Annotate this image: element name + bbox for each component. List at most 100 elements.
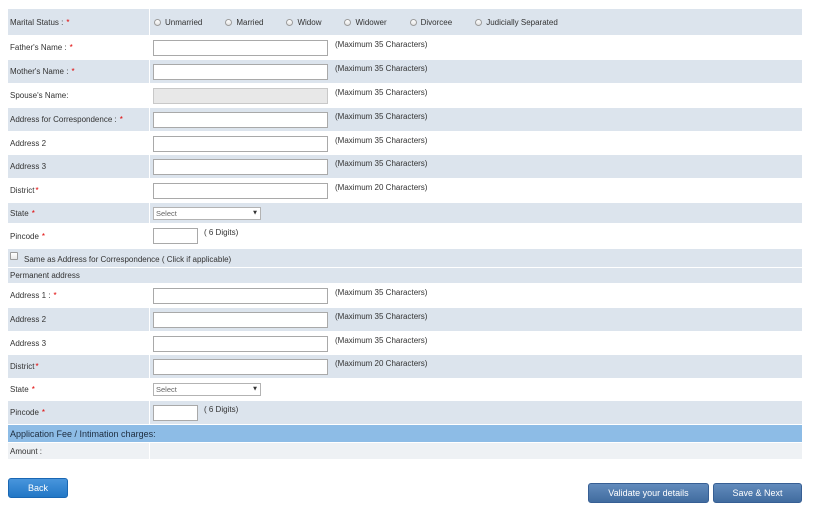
spouses-name-hint: (Maximum 35 Characters): [335, 88, 428, 97]
required-asterisk: *: [53, 291, 57, 300]
same-as-correspondence-row: Same as Address for Correspondence ( Cli…: [8, 249, 802, 268]
correspondence-state-label-text: State: [10, 208, 29, 218]
fee-section-title: Application Fee / Intimation charges:: [10, 428, 156, 439]
radio-married[interactable]: [225, 18, 233, 26]
same-as-correspondence-checkbox[interactable]: [10, 252, 18, 260]
save-next-button[interactable]: Save & Next: [713, 483, 802, 503]
permanent-address-2-label-text: Address 2: [10, 315, 47, 324]
permanent-state-dropdown[interactable]: Select ▼: [153, 383, 261, 396]
correspondence-pincode-label: Pincode *: [8, 224, 150, 248]
permanent-district-hint: (Maximum 20 Characters): [335, 359, 428, 368]
spouses-name-label-text: Spouse's Name:: [10, 91, 69, 100]
fathers-name-label-text: Father's Name :: [10, 43, 67, 52]
spouses-name-field-cell: (Maximum 35 Characters): [150, 84, 802, 107]
permanent-address-1-label: Address 1 : *: [8, 284, 150, 307]
same-as-correspondence-option[interactable]: Same as Address for Correspondence ( Cli…: [10, 249, 231, 267]
amount-row: Amount :: [8, 443, 802, 460]
spouses-name-input[interactable]: [153, 88, 328, 104]
correspondence-district-input[interactable]: [153, 183, 328, 199]
permanent-address-3-input[interactable]: [153, 336, 328, 352]
permanent-district-label: District *: [8, 355, 150, 378]
correspondence-state-select[interactable]: Select: [153, 207, 261, 220]
back-button[interactable]: Back: [8, 478, 68, 498]
permanent-address-3-label-text: Address 3: [10, 338, 47, 348]
radio-option-unmarried[interactable]: Unmarried: [153, 18, 202, 27]
correspondence-address-2-field-cell: (Maximum 35 Characters): [150, 132, 802, 154]
required-asterisk: *: [119, 115, 123, 124]
marital-status-label-text: Marital Status :: [10, 17, 64, 27]
correspondence-address-3-input[interactable]: [153, 159, 328, 175]
permanent-address-2-field-cell: (Maximum 35 Characters): [150, 308, 802, 331]
mothers-name-input[interactable]: [153, 64, 328, 80]
radio-married-label: Married: [236, 17, 264, 27]
marital-status-row: Marital Status : * Unmarried Married Wido…: [8, 9, 802, 36]
correspondence-state-label: State *: [8, 203, 150, 223]
permanent-pincode-label-text: Pincode: [10, 408, 39, 417]
fathers-name-hint: (Maximum 35 Characters): [335, 40, 428, 49]
required-asterisk: *: [35, 362, 39, 371]
correspondence-pincode-label-text: Pincode: [10, 231, 39, 241]
radio-unmarried[interactable]: [154, 18, 161, 26]
permanent-address-2-hint: (Maximum 35 Characters): [335, 312, 428, 321]
permanent-district-field-cell: (Maximum 20 Characters): [150, 355, 802, 378]
permanent-pincode-label: Pincode *: [8, 401, 150, 424]
permanent-pincode-input[interactable]: [153, 405, 198, 421]
radio-judicially-separated-label: Judicially Separated: [486, 17, 558, 27]
radio-divorcee[interactable]: [409, 18, 417, 26]
correspondence-district-label-text: District: [10, 186, 35, 195]
permanent-address-2-label: Address 2: [8, 308, 150, 331]
correspondence-address-3-label-text: Address 3: [10, 162, 47, 171]
correspondence-district-label: District *: [8, 179, 150, 202]
correspondence-state-dropdown[interactable]: Select ▼: [153, 207, 261, 220]
correspondence-address-2-label: Address 2: [8, 132, 150, 154]
permanent-state-select[interactable]: Select: [153, 383, 261, 396]
permanent-address-2-input[interactable]: [153, 312, 328, 328]
correspondence-address-1-field-cell: (Maximum 35 Characters): [150, 108, 802, 131]
radio-judicially-separated[interactable]: [475, 18, 483, 26]
radio-unmarried-label: Unmarried: [165, 17, 203, 27]
fathers-name-label: Father's Name : *: [8, 36, 150, 59]
radio-option-widower[interactable]: Widower: [343, 17, 387, 27]
radio-widow[interactable]: [286, 18, 294, 26]
permanent-address-title: Permanent address: [10, 271, 80, 280]
mothers-name-row: Mother's Name : * (Maximum 35 Characters): [8, 60, 802, 84]
spouses-name-row: Spouse's Name: (Maximum 35 Characters): [8, 84, 802, 108]
permanent-address-1-row: Address 1 : * (Maximum 35 Characters): [8, 284, 802, 308]
correspondence-address-1-hint: (Maximum 35 Characters): [335, 112, 428, 121]
correspondence-address-1-label-text: Address for Correspondence :: [10, 115, 117, 124]
radio-widower[interactable]: [344, 18, 352, 26]
permanent-address-1-hint: (Maximum 35 Characters): [335, 288, 428, 297]
marital-status-options: Unmarried Married Widow Widower Divorcee…: [150, 9, 802, 35]
correspondence-district-field-cell: (Maximum 20 Characters): [150, 179, 802, 202]
amount-label: Amount :: [8, 443, 150, 459]
fathers-name-input[interactable]: [153, 40, 328, 56]
radio-option-divorcee[interactable]: Divorcee: [409, 17, 453, 27]
permanent-address-1-input[interactable]: [153, 288, 328, 304]
mothers-name-field-cell: (Maximum 35 Characters): [150, 60, 802, 83]
same-as-correspondence-label: Same as Address for Correspondence ( Cli…: [24, 255, 232, 264]
spouses-name-label: Spouse's Name:: [8, 84, 150, 107]
radio-option-married[interactable]: Married: [224, 18, 263, 27]
correspondence-address-3-label: Address 3: [8, 155, 150, 178]
correspondence-address-3-row: Address 3 (Maximum 35 Characters): [8, 155, 802, 179]
validate-details-button[interactable]: Validate your details: [588, 483, 709, 503]
permanent-district-input[interactable]: [153, 359, 328, 375]
correspondence-address-2-hint: (Maximum 35 Characters): [335, 136, 428, 145]
required-asterisk: *: [66, 17, 70, 27]
applicant-details-form: Marital Status : * Unmarried Married Wido…: [8, 9, 802, 460]
radio-divorcee-label: Divorcee: [420, 17, 453, 27]
permanent-address-3-label: Address 3: [8, 332, 150, 354]
correspondence-address-2-input[interactable]: [153, 136, 328, 152]
radio-widow-label: Widow: [297, 17, 322, 27]
radio-option-widow[interactable]: Widow: [285, 18, 321, 27]
mothers-name-hint: (Maximum 35 Characters): [335, 64, 428, 73]
correspondence-state-row: State * Select ▼: [8, 203, 802, 224]
correspondence-address-1-input[interactable]: [153, 112, 328, 128]
radio-widower-label: Widower: [355, 17, 387, 27]
correspondence-address-1-label: Address for Correspondence : *: [8, 108, 150, 131]
radio-option-judicially-separated[interactable]: Judicially Separated: [474, 18, 558, 27]
correspondence-pincode-input[interactable]: [153, 228, 198, 244]
correspondence-address-1-row: Address for Correspondence : * (Maximum 3…: [8, 108, 802, 132]
required-asterisk: *: [31, 208, 35, 218]
fathers-name-row: Father's Name : * (Maximum 35 Characters): [8, 36, 802, 60]
